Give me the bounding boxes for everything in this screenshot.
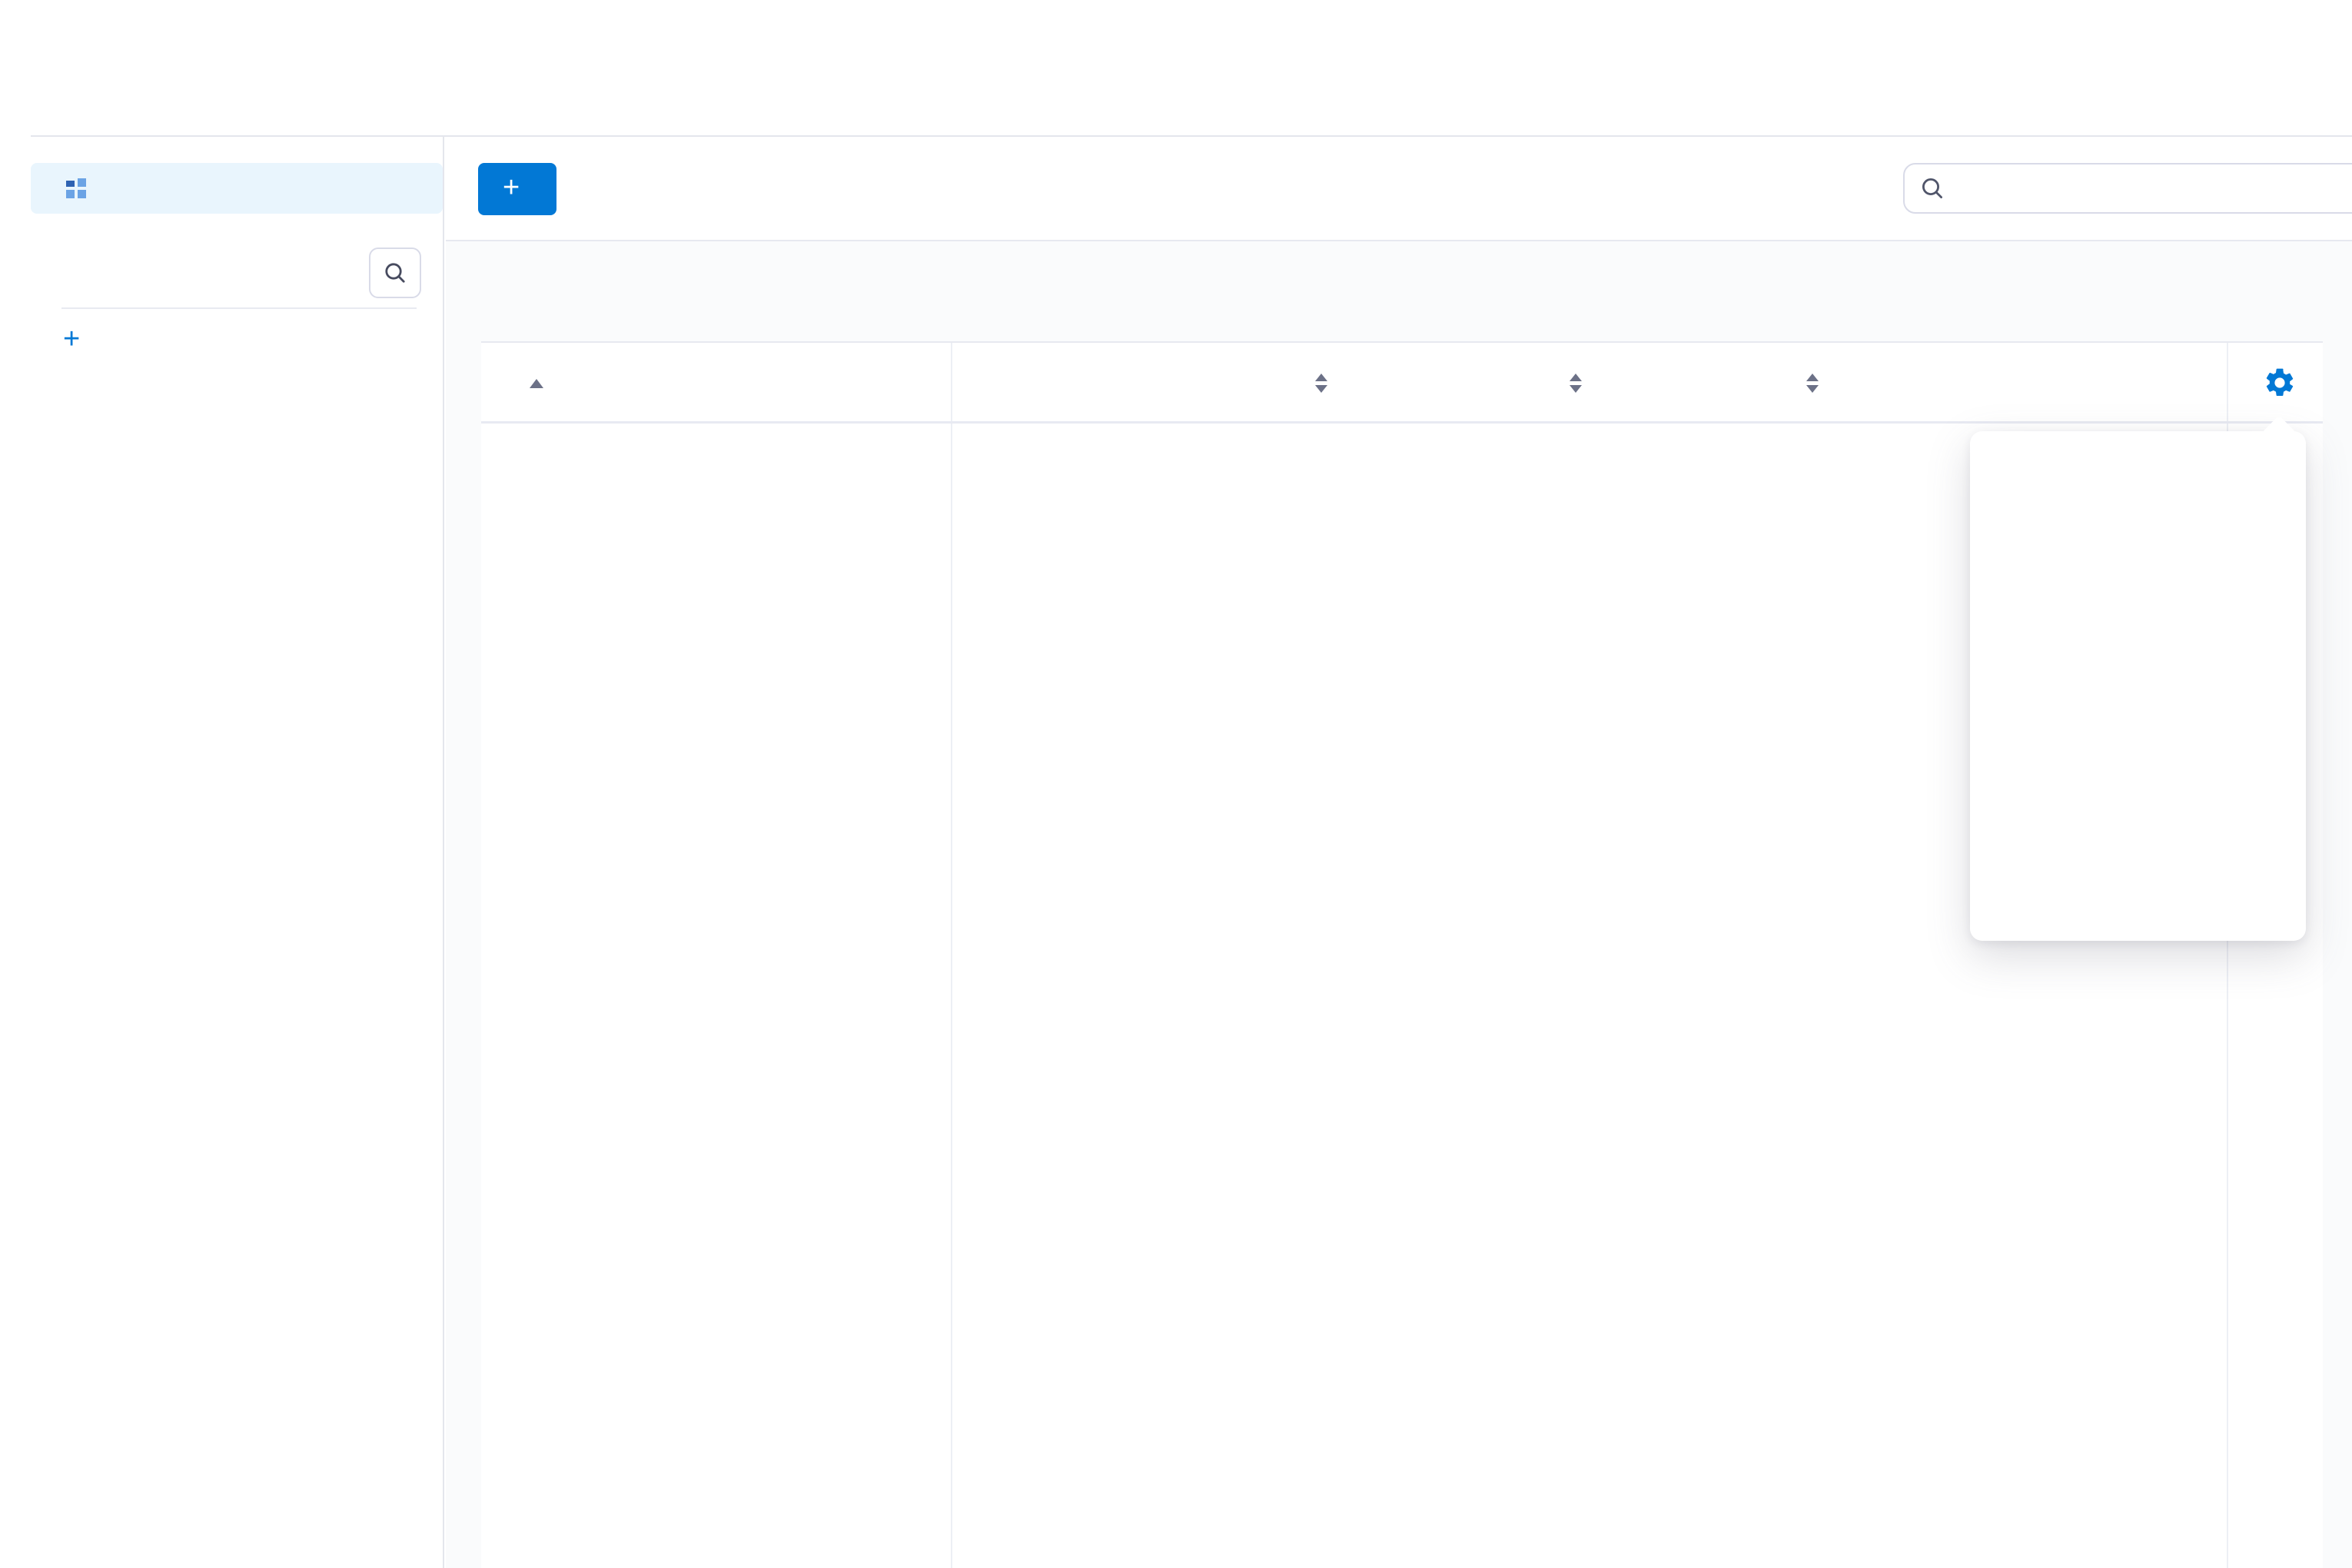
- plus-icon: +: [63, 327, 80, 350]
- column-divider: [951, 343, 952, 1568]
- sort-icon: [1315, 374, 1327, 393]
- budgets-page: + +: [0, 0, 2352, 1568]
- table-header: [481, 343, 2323, 424]
- column-settings-menu: [1970, 431, 2306, 941]
- column-header-forecasted[interactable]: [1785, 343, 1819, 424]
- search-icon: [1920, 176, 1945, 201]
- plus-icon: +: [503, 171, 520, 204]
- new-budget-button[interactable]: +: [478, 163, 556, 215]
- sidebar-item-all-budgets[interactable]: [31, 163, 443, 214]
- column-header-budget-amount[interactable]: [1294, 343, 1327, 424]
- grid-icon: [66, 178, 86, 198]
- folder-search-button[interactable]: [369, 247, 421, 298]
- sort-asc-icon: [530, 379, 543, 388]
- new-folder-button[interactable]: +: [63, 327, 94, 350]
- search-input[interactable]: [1903, 163, 2352, 214]
- folders-divider: [61, 307, 417, 309]
- sidebar: +: [0, 137, 444, 1568]
- sort-icon: [1806, 374, 1819, 393]
- column-header-name[interactable]: [510, 343, 543, 424]
- column-header-current-spend[interactable]: [1548, 343, 1582, 424]
- column-header-spend-vs-budget[interactable]: [1995, 343, 2225, 424]
- search-icon: [383, 261, 407, 285]
- sort-icon: [1570, 374, 1582, 393]
- column-settings-gear-icon[interactable]: [2263, 366, 2297, 400]
